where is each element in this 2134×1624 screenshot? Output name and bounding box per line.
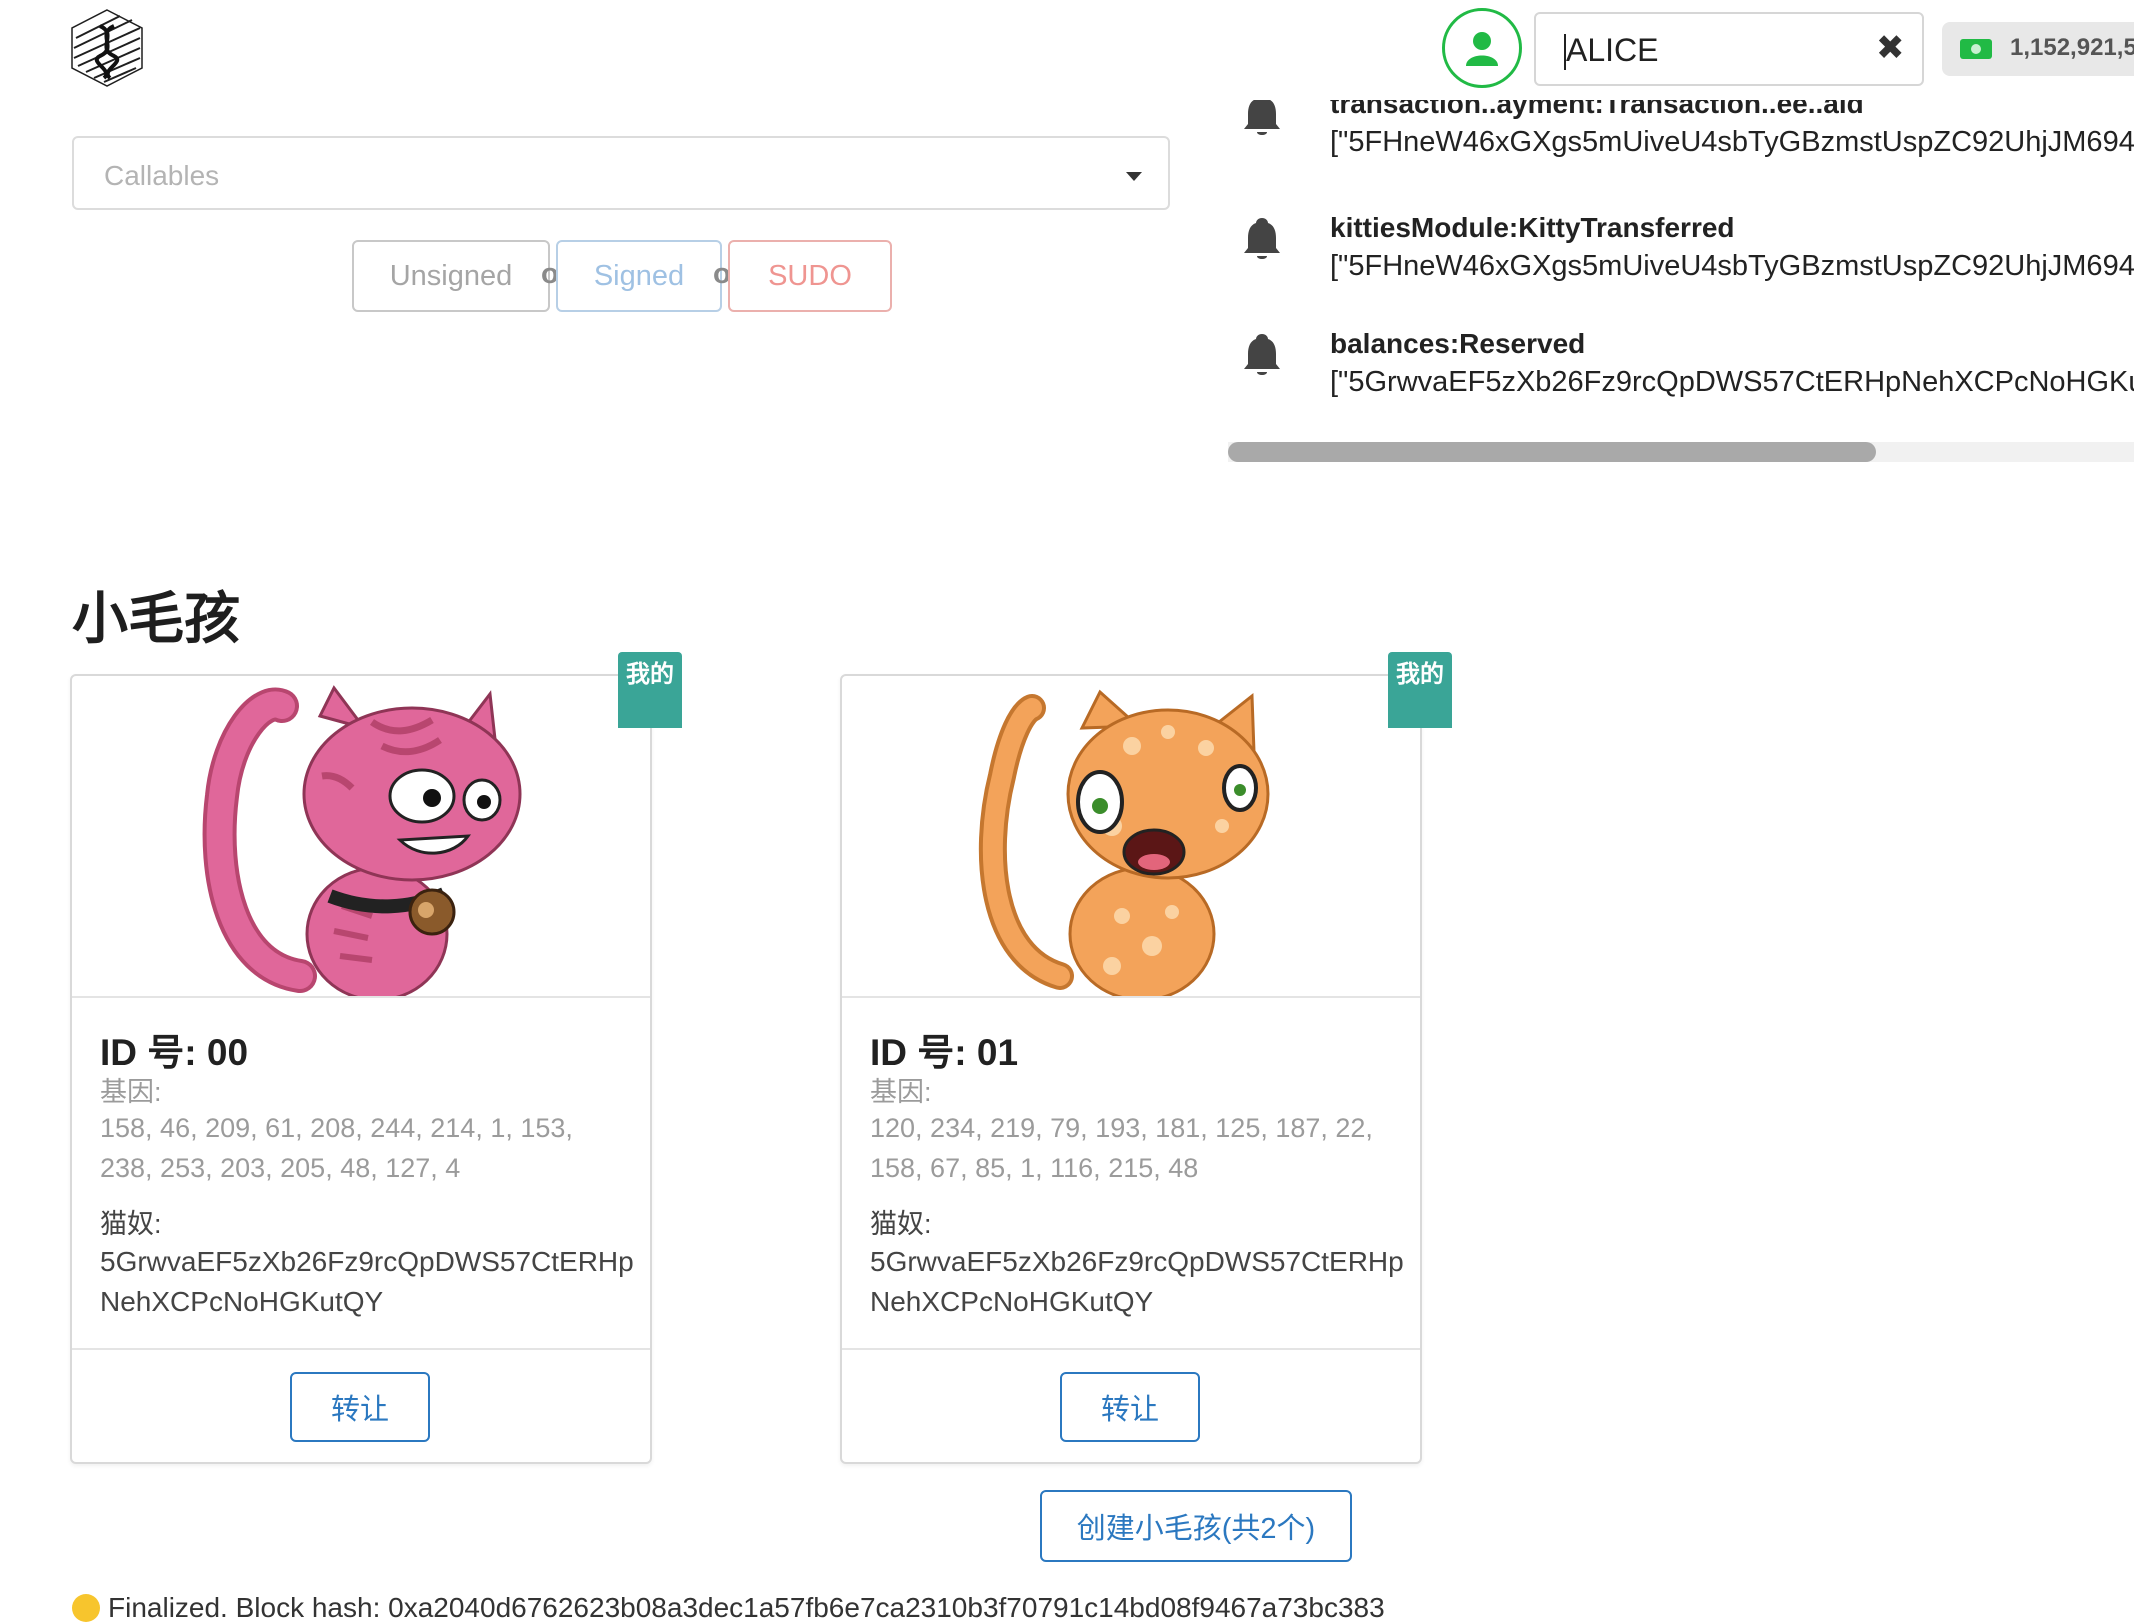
create-kitty-button[interactable]: 创建小毛孩(共2个) bbox=[1040, 1490, 1352, 1562]
bell-icon bbox=[1244, 334, 1280, 375]
bell-icon bbox=[1244, 100, 1280, 135]
bell-icon bbox=[1244, 218, 1280, 259]
balance-value: 1,152,921,5 bbox=[2010, 34, 2134, 61]
event-title: kittiesModule:KittyTransferred bbox=[1330, 212, 1735, 243]
owner-address: 5GrwvaEF5zXb26Fz9rcQpDWS57CtERHpNehXCPcN… bbox=[870, 1246, 1404, 1317]
scrollbar-thumb[interactable] bbox=[1228, 442, 1876, 462]
dropdown-caret-icon bbox=[1126, 172, 1142, 181]
kitty-card: 我的 ID 号: 01 基因: 120, 234, 219, 79, 193, … bbox=[840, 652, 1452, 1464]
kitty-card: 我的 ID 号: 00 基因: 158, 46, 209, 61, 208, 2… bbox=[70, 652, 682, 1464]
sudo-button[interactable]: SUDO bbox=[728, 240, 892, 312]
kitty-id: ID 号: 00 bbox=[100, 1032, 249, 1073]
kitty-id: ID 号: 01 bbox=[870, 1032, 1019, 1073]
gene-label: 基因: bbox=[870, 1077, 932, 1107]
logo-icon[interactable] bbox=[70, 8, 144, 88]
money-icon bbox=[1960, 39, 1992, 59]
event-data: ["5FHneW46xGXgs5mUiveU4sbTyGBzmstUspZC92… bbox=[1330, 250, 2134, 282]
account-avatar-button[interactable] bbox=[1442, 8, 1522, 88]
kitty-image bbox=[72, 676, 650, 1002]
gene-values: 158, 46, 209, 61, 208, 244, 214, 1, 153,… bbox=[100, 1113, 573, 1183]
owner-label: 猫奴: bbox=[100, 1209, 162, 1239]
transfer-button[interactable]: 转让 bbox=[290, 1372, 430, 1442]
signed-button[interactable]: Signed bbox=[556, 240, 722, 312]
balance-label: 1,152,921,5 bbox=[1942, 22, 2134, 76]
event-data: ["5GrwvaEF5zXb26Fz9rcQpDWS57CtERHpNehXCP… bbox=[1330, 366, 2134, 398]
transfer-button[interactable]: 转让 bbox=[1060, 1372, 1200, 1442]
account-select[interactable]: ALICE ✖ bbox=[1534, 12, 1924, 86]
unsigned-button[interactable]: Unsigned bbox=[352, 240, 550, 312]
section-title: 小毛孩 bbox=[72, 587, 240, 650]
owned-ribbon: 我的 bbox=[618, 652, 682, 728]
event-data: ["5FHneW46xGXgs5mUiveU4sbTyGBzmstUspZC92… bbox=[1330, 126, 2134, 158]
gene-label: 基因: bbox=[100, 1077, 162, 1107]
owner-address: 5GrwvaEF5zXb26Fz9rcQpDWS57CtERHpNehXCPcN… bbox=[100, 1246, 634, 1317]
events-feed[interactable]: transaction..ayment:Transaction..ee..aid… bbox=[1226, 100, 2134, 464]
close-icon[interactable]: ✖ bbox=[1876, 28, 1905, 68]
callables-dropdown[interactable]: Callables bbox=[72, 136, 1170, 210]
owner-label: 猫奴: bbox=[870, 1209, 932, 1239]
user-icon bbox=[1466, 32, 1498, 66]
callables-placeholder: Callables bbox=[104, 160, 220, 191]
status-text: Finalized. Block hash: 0xa2040d6762623b0… bbox=[108, 1592, 1385, 1623]
account-select-value: ALICE bbox=[1566, 32, 1659, 68]
wink-emoji-icon bbox=[72, 1594, 100, 1622]
gene-values: 120, 234, 219, 79, 193, 181, 125, 187, 2… bbox=[870, 1113, 1373, 1183]
event-title: balances:Reserved bbox=[1330, 328, 1586, 359]
text-cursor bbox=[1564, 34, 1566, 70]
kitty-image bbox=[842, 676, 1420, 1002]
status-message: Finalized. Block hash: 0xa2040d6762623b0… bbox=[72, 1592, 1385, 1624]
event-title: transaction..ayment:Transaction..ee..aid bbox=[1330, 100, 1864, 119]
owned-ribbon: 我的 bbox=[1388, 652, 1452, 728]
